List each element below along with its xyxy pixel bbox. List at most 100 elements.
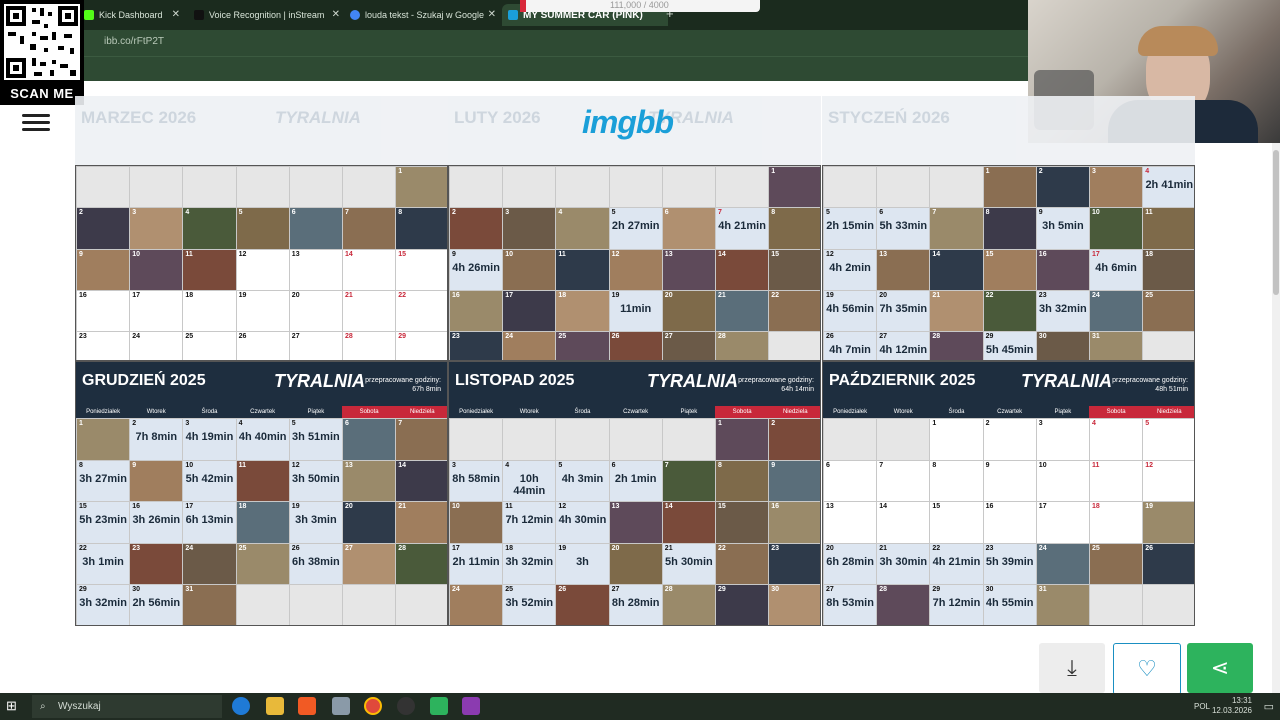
- day-cell[interactable]: 6: [823, 459, 878, 503]
- day-cell[interactable]: 15 5h 23min: [76, 501, 131, 544]
- day-cell[interactable]: 15: [929, 501, 984, 544]
- day-cell[interactable]: 1: [76, 418, 131, 461]
- day-cell[interactable]: 13: [823, 501, 878, 544]
- language-indicator[interactable]: POL: [1194, 702, 1210, 711]
- day-cell[interactable]: 15: [715, 501, 770, 544]
- day-cell[interactable]: 21: [929, 289, 984, 333]
- day-cell[interactable]: 17: [1035, 501, 1090, 544]
- day-cell[interactable]: 2: [768, 418, 820, 461]
- day-cell[interactable]: 19 11min: [608, 289, 663, 333]
- day-cell[interactable]: 11: [235, 459, 290, 503]
- day-cell[interactable]: 14: [342, 248, 397, 291]
- day-cell[interactable]: 9: [129, 459, 184, 503]
- day-cell[interactable]: 28: [342, 331, 397, 360]
- day-cell[interactable]: 21: [342, 289, 397, 333]
- day-cell[interactable]: 30 4h 55min: [982, 584, 1037, 625]
- day-cell[interactable]: 30: [1035, 331, 1090, 360]
- day-cell[interactable]: 20 7h 35min: [876, 289, 931, 333]
- day-cell[interactable]: 6 2h 1min: [608, 459, 663, 503]
- day-cell[interactable]: 14: [715, 248, 770, 291]
- day-cell[interactable]: 1: [768, 166, 820, 209]
- day-cell[interactable]: 30 2h 56min: [129, 584, 184, 625]
- day-cell[interactable]: 5: [235, 207, 290, 250]
- day-cell[interactable]: 20: [608, 542, 663, 586]
- day-cell[interactable]: 2: [982, 418, 1037, 461]
- day-cell[interactable]: 31: [182, 584, 237, 625]
- day-cell[interactable]: 9: [76, 248, 131, 291]
- windows-start-icon[interactable]: ⊞: [6, 699, 20, 713]
- close-icon[interactable]: ✕: [172, 9, 180, 20]
- day-cell[interactable]: 22: [395, 289, 447, 333]
- imgbb-logo[interactable]: imgbb: [582, 104, 674, 141]
- scrollbar-thumb[interactable]: [1273, 150, 1279, 295]
- day-cell[interactable]: 8 3h 27min: [76, 459, 131, 503]
- day-cell[interactable]: 25 3h 52min: [502, 584, 557, 625]
- day-cell[interactable]: 27 4h 12min: [876, 331, 931, 360]
- day-cell[interactable]: 22 4h 21min: [929, 542, 984, 586]
- day-cell[interactable]: 17 2h 11min: [449, 542, 504, 586]
- like-button[interactable]: ♡: [1113, 643, 1181, 695]
- day-cell[interactable]: 10: [1035, 459, 1090, 503]
- day-cell[interactable]: 3: [1089, 166, 1144, 209]
- day-cell[interactable]: 27 8h 53min: [823, 584, 878, 625]
- app-icon[interactable]: [462, 697, 480, 715]
- day-cell[interactable]: 22: [768, 289, 820, 333]
- day-cell[interactable]: 10: [502, 248, 557, 291]
- day-cell[interactable]: 29: [715, 584, 770, 625]
- day-cell[interactable]: 15: [395, 248, 447, 291]
- tab-google[interactable]: louda tekst - Szukaj w Google ✕: [346, 4, 500, 26]
- day-cell[interactable]: 26: [555, 584, 610, 625]
- day-cell[interactable]: 3: [129, 207, 184, 250]
- day-cell[interactable]: 2: [1035, 166, 1090, 209]
- share-button[interactable]: ⋖: [1187, 643, 1253, 693]
- day-cell[interactable]: 24: [502, 331, 557, 360]
- day-cell[interactable]: 6 5h 33min: [876, 207, 931, 250]
- day-cell[interactable]: 13: [288, 248, 343, 291]
- day-cell[interactable]: 26 4h 7min: [823, 331, 878, 360]
- day-cell[interactable]: 29 5h 45min: [982, 331, 1037, 360]
- day-cell[interactable]: 7: [661, 459, 716, 503]
- day-cell[interactable]: 18 3h 32min: [502, 542, 557, 586]
- obs-icon[interactable]: [397, 697, 415, 715]
- day-cell[interactable]: 12: [235, 248, 290, 291]
- day-cell[interactable]: 20: [661, 289, 716, 333]
- day-cell[interactable]: 13: [608, 501, 663, 544]
- day-cell[interactable]: 21: [715, 289, 770, 333]
- day-cell[interactable]: 27: [661, 331, 716, 360]
- day-cell[interactable]: 25: [1142, 289, 1194, 333]
- day-cell[interactable]: 8: [715, 459, 770, 503]
- day-cell[interactable]: 13: [661, 248, 716, 291]
- day-cell[interactable]: 1: [395, 166, 447, 209]
- tab-kick[interactable]: Kick Dashboard ✕: [84, 4, 184, 26]
- day-cell[interactable]: 9: [768, 459, 820, 503]
- day-cell[interactable]: 3: [1035, 418, 1090, 461]
- day-cell[interactable]: 8: [929, 459, 984, 503]
- day-cell[interactable]: 9: [982, 459, 1037, 503]
- day-cell[interactable]: 7: [929, 207, 984, 250]
- day-cell[interactable]: 11: [1142, 207, 1194, 250]
- clock[interactable]: 13:31 12.03.2026: [1212, 696, 1252, 716]
- day-cell[interactable]: 28: [876, 584, 931, 625]
- day-cell[interactable]: 23 3h 32min: [1035, 289, 1090, 333]
- day-cell[interactable]: 24: [1089, 289, 1144, 333]
- day-cell[interactable]: 19: [1142, 501, 1194, 544]
- day-cell[interactable]: 29: [395, 331, 447, 360]
- day-cell[interactable]: 23 5h 39min: [982, 542, 1037, 586]
- day-cell[interactable]: 25: [235, 542, 290, 586]
- day-cell[interactable]: 14: [395, 459, 447, 503]
- app-icon[interactable]: [430, 697, 448, 715]
- day-cell[interactable]: 11: [555, 248, 610, 291]
- day-cell[interactable]: 7 4h 21min: [715, 207, 770, 250]
- day-cell[interactable]: 21 5h 30min: [661, 542, 716, 586]
- notifications-icon[interactable]: ▭: [1264, 700, 1274, 713]
- day-cell[interactable]: 10 5h 42min: [182, 459, 237, 503]
- day-cell[interactable]: 17 6h 13min: [182, 501, 237, 544]
- day-cell[interactable]: 4: [1089, 418, 1144, 461]
- day-cell[interactable]: 8: [982, 207, 1037, 250]
- chrome-icon[interactable]: [364, 697, 382, 715]
- day-cell[interactable]: 2: [449, 207, 504, 250]
- day-cell[interactable]: 5 2h 15min: [823, 207, 878, 250]
- day-cell[interactable]: 3 8h 58min: [449, 459, 504, 503]
- day-cell[interactable]: 7: [876, 459, 931, 503]
- day-cell[interactable]: 28: [929, 331, 984, 360]
